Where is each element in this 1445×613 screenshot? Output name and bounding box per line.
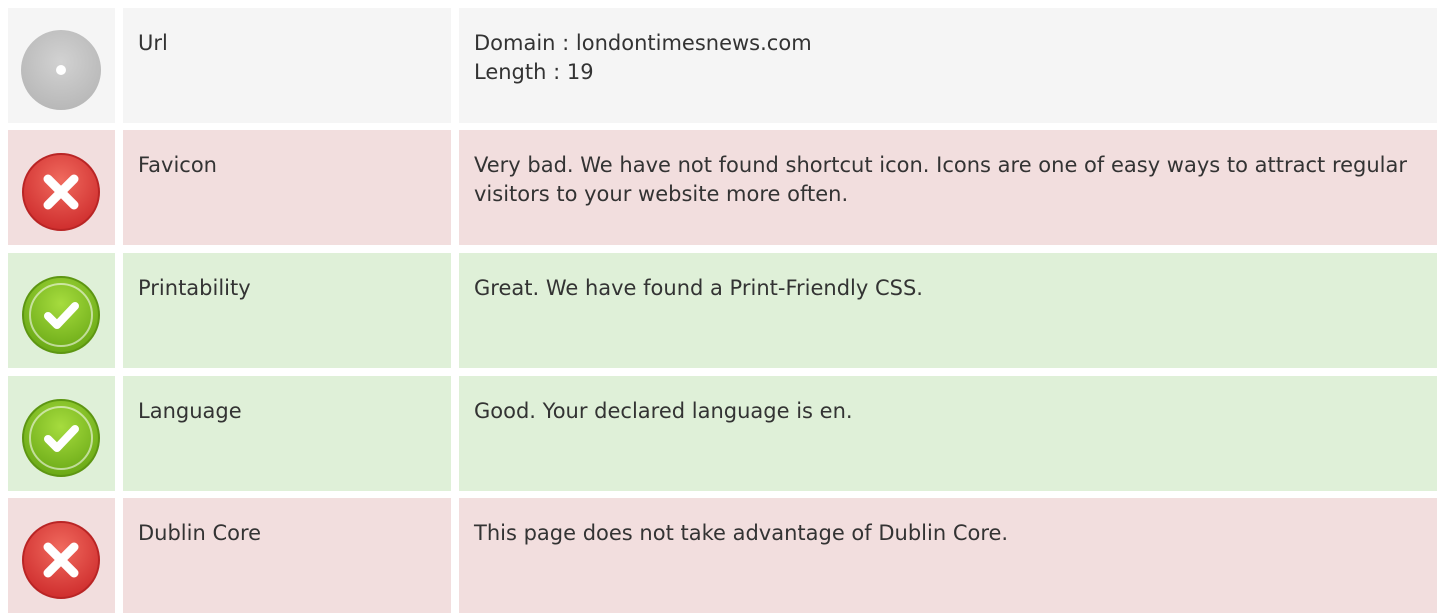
report-label-cell: Language <box>123 376 451 491</box>
status-icon-cell <box>8 253 115 368</box>
neutral-circle-icon <box>20 29 102 111</box>
report-label: Printability <box>138 276 251 300</box>
report-row-url: Url Domain : londontimesnews.com Length … <box>8 8 1437 123</box>
report-row-printability: Printability Great. We have found a Prin… <box>8 253 1437 368</box>
error-x-icon <box>20 151 102 233</box>
report-value-cell: Good. Your declared language is en. <box>459 376 1437 491</box>
report-label: Url <box>138 31 168 55</box>
report-value-cell: This page does not take advantage of Dub… <box>459 498 1437 613</box>
seo-report-table: Url Domain : londontimesnews.com Length … <box>0 0 1445 613</box>
report-label: Dublin Core <box>138 521 262 545</box>
status-icon-cell <box>8 8 115 123</box>
report-label: Language <box>138 399 242 423</box>
error-x-icon <box>20 519 102 601</box>
report-value-cell: Domain : londontimesnews.com Length : 19 <box>459 8 1437 123</box>
report-label-cell: Printability <box>123 253 451 368</box>
report-row-dublin-core: Dublin Core This page does not take adva… <box>8 498 1437 613</box>
report-row-language: Language Good. Your declared language is… <box>8 376 1437 491</box>
report-label-cell: Favicon <box>123 130 451 245</box>
status-icon-cell <box>8 498 115 613</box>
report-value-cell: Very bad. We have not found shortcut ico… <box>459 130 1437 245</box>
url-length-text: Length : 19 <box>474 60 594 84</box>
status-icon-cell <box>8 130 115 245</box>
report-value-cell: Great. We have found a Print-Friendly CS… <box>459 253 1437 368</box>
check-icon <box>20 397 102 479</box>
report-value-text: Great. We have found a Print-Friendly CS… <box>474 276 923 300</box>
url-domain-text: Domain : londontimesnews.com <box>474 31 812 55</box>
report-label-cell: Url <box>123 8 451 123</box>
report-value-text: Good. Your declared language is en. <box>474 399 853 423</box>
check-icon <box>20 274 102 356</box>
report-value-text: This page does not take advantage of Dub… <box>474 521 1009 545</box>
report-value-text: Very bad. We have not found shortcut ico… <box>474 153 1408 206</box>
report-label: Favicon <box>138 153 217 177</box>
status-icon-cell <box>8 376 115 491</box>
report-label-cell: Dublin Core <box>123 498 451 613</box>
report-row-favicon: Favicon Very bad. We have not found shor… <box>8 130 1437 245</box>
